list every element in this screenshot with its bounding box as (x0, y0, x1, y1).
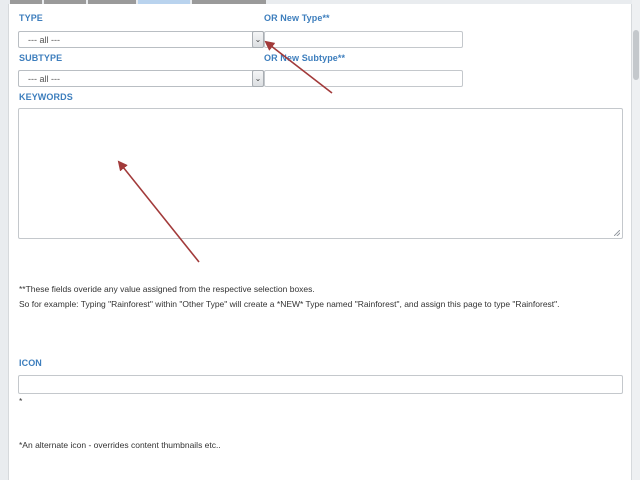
icon-input[interactable] (18, 375, 623, 394)
type-select-value: --- all --- (28, 35, 60, 45)
new-type-label: OR New Type** (264, 13, 330, 23)
type-label: TYPE (19, 13, 43, 23)
subtype-select[interactable]: --- all --- ⌄ (18, 70, 264, 87)
keywords-label: KEYWORDS (19, 92, 73, 102)
chevron-down-icon[interactable]: ⌄ (252, 31, 264, 48)
subtype-select-value: --- all --- (28, 74, 60, 84)
scrollbar-thumb[interactable] (633, 30, 639, 80)
type-select[interactable]: --- all --- ⌄ (18, 31, 264, 48)
example-note: So for example: Typing "Rainforest" with… (19, 299, 560, 309)
new-subtype-input[interactable] (264, 70, 463, 87)
chevron-down-icon[interactable]: ⌄ (252, 70, 264, 87)
icon-asterisk: * (19, 396, 23, 406)
icon-note: *An alternate icon - overrides content t… (19, 440, 221, 450)
new-subtype-label: OR New Subtype** (264, 53, 346, 63)
new-type-input[interactable] (264, 31, 463, 48)
keywords-textarea[interactable] (18, 108, 623, 239)
page-scrollbar[interactable] (632, 0, 640, 480)
resize-handle-icon[interactable] (614, 230, 620, 236)
icon-label: ICON (19, 358, 42, 368)
override-note: **These fields overide any value assigne… (19, 284, 315, 294)
subtype-label: SUBTYPE (19, 53, 63, 63)
